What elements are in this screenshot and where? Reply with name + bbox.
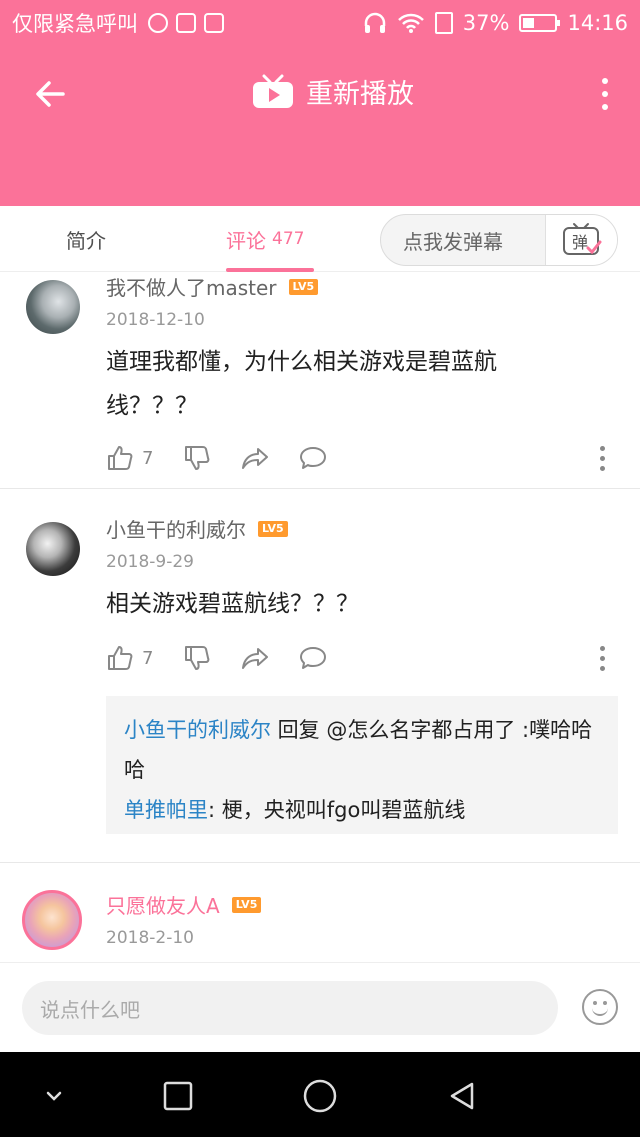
avatar[interactable] bbox=[22, 890, 82, 950]
avatar[interactable] bbox=[26, 280, 80, 334]
dislike-button[interactable] bbox=[183, 444, 211, 472]
nav-home-button[interactable] bbox=[298, 1074, 342, 1118]
battery-fill bbox=[523, 18, 535, 28]
page-title: 重新播放 bbox=[306, 79, 414, 110]
reply-author[interactable]: 单推帕里 bbox=[124, 798, 208, 822]
comment-date: 2018-2-10 bbox=[106, 928, 194, 948]
navigation-bar bbox=[0, 1052, 640, 1137]
more-vertical-icon bbox=[599, 446, 605, 451]
carrier-text: 仅限紧急呼叫 bbox=[12, 12, 138, 36]
comment-actions: 7 bbox=[106, 442, 357, 474]
comment-username-row: 小鱼干的利威尔 LV5 bbox=[106, 514, 288, 543]
comment-text: 相关游戏碧蓝航线？？？ bbox=[106, 591, 359, 617]
comment-text: 道理我都懂，为什么相关游戏是碧蓝航线？？？ bbox=[106, 349, 497, 419]
danmaku-toggle-button[interactable]: 弹 bbox=[545, 215, 617, 265]
tab-comments[interactable]: 评论 477 bbox=[226, 206, 304, 272]
battery-icon bbox=[519, 14, 561, 32]
like-button[interactable]: 7 bbox=[106, 444, 153, 472]
chat-bubble-icon bbox=[300, 647, 327, 669]
comment-username[interactable]: 小鱼干的利威尔 bbox=[106, 514, 246, 543]
chevron-down-icon bbox=[46, 1091, 62, 1101]
like-button[interactable]: 7 bbox=[106, 644, 153, 672]
replay-title[interactable]: 重新播放 bbox=[252, 72, 414, 111]
more-vertical-icon bbox=[599, 646, 605, 651]
reply-line: 小鱼干的利威尔 回复 @怎么名字都占用了 :噗哈哈哈 bbox=[124, 710, 600, 790]
danmaku-entry[interactable]: 点我发弹幕 弹 bbox=[380, 214, 618, 266]
square-icon bbox=[163, 1081, 193, 1111]
clock: 14:16 bbox=[567, 11, 628, 35]
danmaku-icon-text: 弹 bbox=[571, 233, 587, 252]
tab-intro-label: 简介 bbox=[66, 228, 106, 253]
avatar[interactable] bbox=[26, 522, 80, 576]
thumb-up-icon bbox=[108, 646, 133, 670]
comment-actions: 7 bbox=[106, 642, 357, 674]
sim-icon bbox=[434, 12, 453, 34]
divider bbox=[0, 862, 640, 863]
share-icon bbox=[242, 448, 269, 469]
like-count: 7 bbox=[142, 647, 154, 669]
chat-bubble-icon bbox=[300, 447, 327, 469]
danmaku-placeholder: 点我发弹幕 bbox=[403, 229, 503, 254]
more-vertical-icon bbox=[602, 78, 608, 84]
back-button[interactable] bbox=[28, 72, 72, 116]
triangle-back-icon bbox=[450, 1082, 474, 1110]
comment-username[interactable]: 我不做人了master bbox=[106, 272, 277, 301]
comment-username-row: 我不做人了master LV5 bbox=[106, 272, 319, 301]
status-bar: 仅限紧急呼叫 37% 14:16 bbox=[0, 0, 640, 46]
nav-back-button[interactable] bbox=[440, 1074, 484, 1118]
comment-input-bar: 说点什么吧 bbox=[0, 962, 640, 1052]
tab-bar: 简介 评论 477 点我发弹幕 弹 bbox=[0, 206, 640, 272]
arrow-left-icon bbox=[36, 81, 65, 107]
tab-intro[interactable]: 简介 bbox=[66, 206, 106, 272]
tv-icon bbox=[253, 74, 293, 108]
comment-item: 只愿做友人A LV5 2018-2-10 bbox=[0, 876, 640, 962]
battery-percent: 37% bbox=[462, 11, 510, 35]
share-button[interactable] bbox=[241, 444, 269, 472]
level-badge: LV5 bbox=[258, 520, 288, 537]
divider bbox=[0, 488, 640, 489]
comment-more-button[interactable] bbox=[598, 446, 606, 471]
thumb-down-icon bbox=[185, 646, 210, 670]
comment-date: 2018-12-10 bbox=[106, 310, 205, 330]
share-button[interactable] bbox=[241, 644, 269, 672]
like-count: 7 bbox=[142, 447, 154, 469]
reply-text: : 梗，央视叫fgo叫碧蓝航线 bbox=[208, 798, 466, 822]
app-notification-icon bbox=[204, 13, 224, 33]
share-icon bbox=[242, 648, 269, 669]
danmaku-icon: 弹 bbox=[562, 223, 601, 255]
headset-icon bbox=[364, 12, 386, 33]
thumb-up-icon bbox=[108, 446, 133, 470]
comment-item: 我不做人了master LV5 2018-12-10 道理我都懂，为什么相关游戏… bbox=[0, 272, 640, 488]
comments-count: 477 bbox=[272, 229, 305, 249]
app-bar: 重新播放 bbox=[0, 46, 640, 206]
comment-username-row: 只愿做友人A LV5 bbox=[106, 890, 262, 919]
reply-button[interactable] bbox=[299, 444, 327, 472]
reply-line: 单推帕里: 梗，央视叫fgo叫碧蓝航线 bbox=[124, 790, 600, 830]
level-badge: LV5 bbox=[231, 896, 262, 913]
more-options-button[interactable] bbox=[590, 74, 620, 114]
hotspot-icon bbox=[148, 13, 168, 33]
level-badge: LV5 bbox=[288, 278, 319, 295]
reply-button[interactable] bbox=[299, 644, 327, 672]
nav-hide-button[interactable] bbox=[32, 1074, 76, 1118]
comment-date: 2018-9-29 bbox=[106, 552, 194, 572]
dislike-button[interactable] bbox=[183, 644, 211, 672]
reply-preview[interactable]: 小鱼干的利威尔 回复 @怎么名字都占用了 :噗哈哈哈 单推帕里: 梗，央视叫fg… bbox=[106, 696, 618, 834]
emoji-icon[interactable] bbox=[582, 989, 618, 1025]
comment-input[interactable]: 说点什么吧 bbox=[22, 981, 558, 1035]
comment-username[interactable]: 只愿做友人A bbox=[106, 890, 220, 919]
tab-comments-label: 评论 bbox=[226, 228, 266, 253]
circle-icon bbox=[303, 1079, 337, 1113]
nav-recents-button[interactable] bbox=[156, 1074, 200, 1118]
gallery-icon bbox=[176, 13, 196, 33]
reply-author[interactable]: 小鱼干的利威尔 bbox=[124, 718, 271, 742]
thumb-down-icon bbox=[185, 446, 210, 470]
comment-more-button[interactable] bbox=[598, 646, 606, 671]
wifi-icon bbox=[397, 13, 424, 33]
